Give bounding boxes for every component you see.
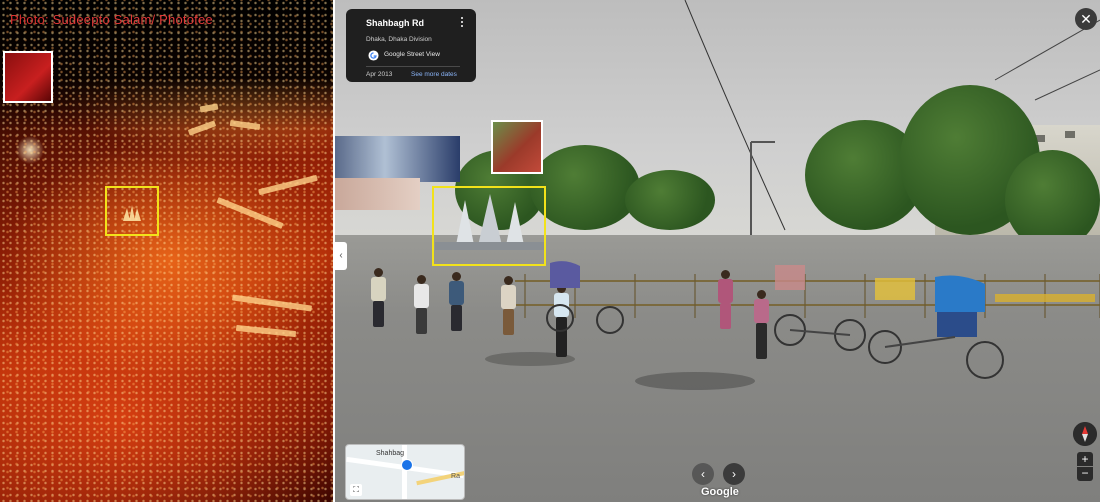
minimap-edge-label: Ra — [451, 473, 460, 480]
monument-icon — [123, 205, 141, 221]
location-title: Shahbagh Rd — [366, 18, 424, 28]
zoom-out-button[interactable]: − — [1077, 467, 1093, 481]
location-subtitle: Dhaka, Dhaka Division — [366, 36, 432, 43]
window — [1065, 131, 1075, 138]
highlight-box-white — [3, 51, 53, 103]
rickshaw — [774, 265, 866, 351]
photo-credit-prefix: Photo: — [10, 12, 53, 27]
street-view-panel[interactable]: Shahbagh Rd Dhaka, Dhaka Division Google… — [335, 0, 1100, 502]
minimap[interactable]: Shahbag Ra ⛶ — [345, 444, 465, 500]
chevron-right-icon[interactable]: › — [723, 463, 745, 485]
google-brand: Google — [701, 486, 739, 498]
chevron-left-icon[interactable]: ‹ — [692, 463, 714, 485]
billboard — [335, 178, 420, 210]
crowd-photo: Photo: Sudeepto Salam/ Photofee — [0, 0, 333, 502]
highlight-box-white — [491, 120, 543, 174]
close-icon[interactable]: ✕ — [1075, 8, 1097, 30]
zoom-in-button[interactable]: + — [1077, 452, 1093, 466]
tree — [625, 170, 715, 230]
divider — [366, 66, 460, 67]
google-logo-icon — [368, 50, 379, 61]
rickshaw — [868, 275, 1004, 379]
photo-credit-name: Sudeepto Salam/ Photofee — [52, 12, 213, 27]
more-vert-icon[interactable] — [460, 17, 464, 29]
billboard — [335, 136, 460, 182]
photo-credit: Photo: Sudeepto Salam/ Photofee — [10, 12, 213, 27]
collapse-panel-tab[interactable]: ‹ — [335, 242, 347, 270]
source-label: Google Street View — [384, 51, 440, 58]
highlight-box-yellow — [105, 186, 159, 236]
rickshaw — [546, 261, 624, 334]
capture-date: Apr 2013 — [366, 71, 393, 78]
minimap-label: Shahbag — [376, 450, 405, 457]
tree — [530, 145, 640, 230]
shadow — [635, 372, 755, 390]
map-pin-icon — [401, 459, 413, 471]
compass-icon[interactable] — [1073, 422, 1097, 446]
expand-icon[interactable]: ⛶ — [350, 484, 362, 496]
location-info-card: Shahbagh Rd Dhaka, Dhaka Division Google… — [346, 9, 476, 82]
see-more-dates-link[interactable]: See more dates — [411, 71, 457, 78]
highlight-box-yellow — [432, 186, 546, 266]
